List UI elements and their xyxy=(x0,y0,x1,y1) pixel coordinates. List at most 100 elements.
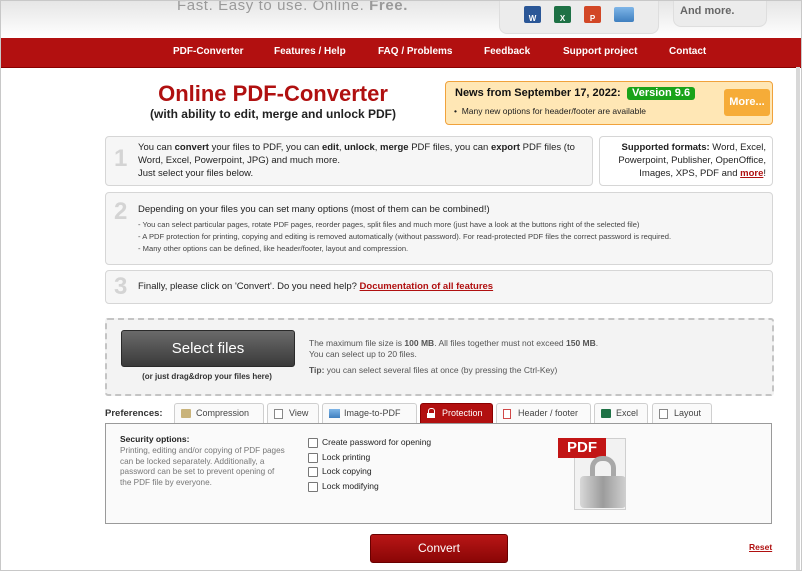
image-icon xyxy=(614,7,634,22)
step-1-part: PDF files (to xyxy=(519,142,575,153)
tab-header-footer-label: Header / footer xyxy=(518,408,579,418)
view-icon xyxy=(274,409,283,419)
step-3-number: 3 xyxy=(114,273,128,300)
upload-tip-text: you can select several files at once (by… xyxy=(324,365,558,375)
news-item: • Many new options for header/footer are… xyxy=(454,106,646,116)
upload-file-limit: You can select up to 20 files. xyxy=(309,349,417,359)
nav-support-project[interactable]: Support project xyxy=(563,46,637,57)
step-3-text: Finally, please click on 'Convert'. Do y… xyxy=(138,280,763,293)
supported-formats-label: Supported formats: xyxy=(621,142,710,153)
step-2-box: 2 Depending on your files you can set ma… xyxy=(105,192,773,265)
step-1-part: PDF files, you can xyxy=(408,142,491,153)
step-2-text: Depending on your files you can set many… xyxy=(138,203,763,255)
option-label: Create password for opening xyxy=(322,437,432,447)
nav-contact[interactable]: Contact xyxy=(669,46,706,57)
formats-more-link[interactable]: more xyxy=(740,168,763,179)
tab-layout[interactable]: Layout xyxy=(652,403,712,423)
nav-features-help[interactable]: Features / Help xyxy=(274,46,346,57)
page-title: Online PDF-Converter xyxy=(158,81,388,106)
site-header: Fast. Easy to use. Online. Free. W X P A… xyxy=(1,1,801,38)
upload-total-size: 150 MB xyxy=(566,338,596,348)
checkbox[interactable] xyxy=(308,438,318,448)
preferences-label: Preferences: xyxy=(105,408,163,419)
step-3-label: Finally, please click on 'Convert'. Do y… xyxy=(138,281,360,292)
step-3-box: 3 Finally, please click on 'Convert'. Do… xyxy=(105,270,773,304)
step-1-part: You can xyxy=(138,142,175,153)
and-more-text: And more. xyxy=(680,5,735,17)
documentation-link[interactable]: Documentation of all features xyxy=(360,281,494,292)
upload-max-size: 100 MB xyxy=(404,338,435,348)
browser-page: Fast. Easy to use. Online. Free. W X P A… xyxy=(0,0,802,571)
select-files-button[interactable]: Select files xyxy=(121,330,295,367)
upload-limits: The maximum file size is 100 MB. All fil… xyxy=(309,338,598,360)
tab-excel-label: Excel xyxy=(616,408,639,418)
step-1-line-2: Word, Excel, Powerpoint, JPG) and much m… xyxy=(138,155,341,166)
header-footer-icon xyxy=(503,409,511,419)
and-more-box: And more. xyxy=(673,1,767,27)
upload-max-text: . All files together must not exceed xyxy=(434,338,567,348)
checkbox[interactable] xyxy=(308,453,318,463)
news-title: News from September 17, 2022: xyxy=(455,87,621,99)
reset-link[interactable]: Reset xyxy=(749,542,772,552)
main-nav: PDF-Converter Features / Help FAQ / Prob… xyxy=(1,38,801,68)
lock-icon-body xyxy=(427,413,435,418)
tab-protection-label: Protection xyxy=(442,408,483,418)
tab-image-to-pdf-label: Image-to-PDF xyxy=(344,408,401,418)
checkbox[interactable] xyxy=(308,467,318,477)
tab-view[interactable]: View xyxy=(267,403,319,423)
file-drop-zone[interactable]: Select files (or just drag&drop your fil… xyxy=(105,318,774,396)
nav-feedback[interactable]: Feedback xyxy=(484,46,530,57)
excel-tab-icon xyxy=(601,409,611,418)
compression-icon xyxy=(181,409,191,418)
tab-compression[interactable]: Compression xyxy=(174,403,264,423)
formats-end: ! xyxy=(763,168,766,179)
pdf-lock-icon: PDF xyxy=(558,432,636,512)
step-1-bold: convert xyxy=(174,142,209,153)
protection-panel: Security options: Printing, editing and/… xyxy=(105,423,772,524)
tab-excel[interactable]: Excel xyxy=(594,403,648,423)
word-icon-letter: W xyxy=(528,14,537,23)
tab-header-footer[interactable]: Header / footer xyxy=(496,403,591,423)
image-to-pdf-icon xyxy=(329,409,340,418)
step-2-heading: Depending on your files you can set many… xyxy=(138,204,490,215)
tab-compression-label: Compression xyxy=(196,408,250,418)
step-2-number: 2 xyxy=(114,198,128,225)
excel-icon: X xyxy=(554,6,571,23)
powerpoint-icon: P xyxy=(584,6,601,23)
step-1-text: You can convert your files to PDF, you c… xyxy=(138,141,586,180)
version-badge: Version 9.6 xyxy=(627,87,696,100)
nav-faq-problems[interactable]: FAQ / Problems xyxy=(378,46,452,57)
padlock-body xyxy=(580,476,626,508)
layout-icon xyxy=(659,409,668,419)
drag-drop-hint: (or just drag&drop your files here) xyxy=(142,372,272,381)
upload-tip-label: Tip: xyxy=(309,365,325,375)
tab-protection[interactable]: Protection xyxy=(420,403,493,423)
checkbox[interactable] xyxy=(308,482,318,492)
step-1-bold: export xyxy=(490,142,520,153)
news-item-text: Many new options for header/footer are a… xyxy=(461,106,646,116)
option-label: Lock printing xyxy=(322,452,371,462)
news-more-button[interactable]: More... xyxy=(724,89,770,116)
news-box: News from September 17, 2022: Version 9.… xyxy=(445,81,773,125)
tab-image-to-pdf[interactable]: Image-to-PDF xyxy=(322,403,417,423)
option-label: Lock modifying xyxy=(322,481,379,491)
step-1-bold: edit xyxy=(321,142,339,153)
nav-pdf-converter[interactable]: PDF-Converter xyxy=(173,46,244,57)
excel-icon-letter: X xyxy=(559,14,566,23)
tagline-text: Fast. Easy to use. Online. xyxy=(177,0,365,14)
scrollbar[interactable] xyxy=(796,67,800,570)
supported-formats-box: Supported formats: Word, Excel, Powerpoi… xyxy=(599,136,773,186)
step-1-part: your files to PDF, you can xyxy=(208,142,322,153)
convert-button[interactable]: Convert xyxy=(370,534,508,563)
upload-tip: Tip: you can select several files at onc… xyxy=(309,365,557,375)
tab-layout-label: Layout xyxy=(674,408,702,418)
step-1-line-3: Just select your files below. xyxy=(138,168,254,179)
step-1-box: 1 You can convert your files to PDF, you… xyxy=(105,136,593,186)
step-2-line-2: - A PDF protection for printing, copying… xyxy=(138,232,672,241)
option-label: Lock copying xyxy=(322,466,372,476)
upload-max-text: . xyxy=(595,338,599,348)
format-icons-box: W X P xyxy=(499,1,659,34)
upload-max-text: The maximum file size is xyxy=(309,338,405,348)
step-1-bold: merge xyxy=(380,142,409,153)
pdf-badge: PDF xyxy=(558,438,606,458)
